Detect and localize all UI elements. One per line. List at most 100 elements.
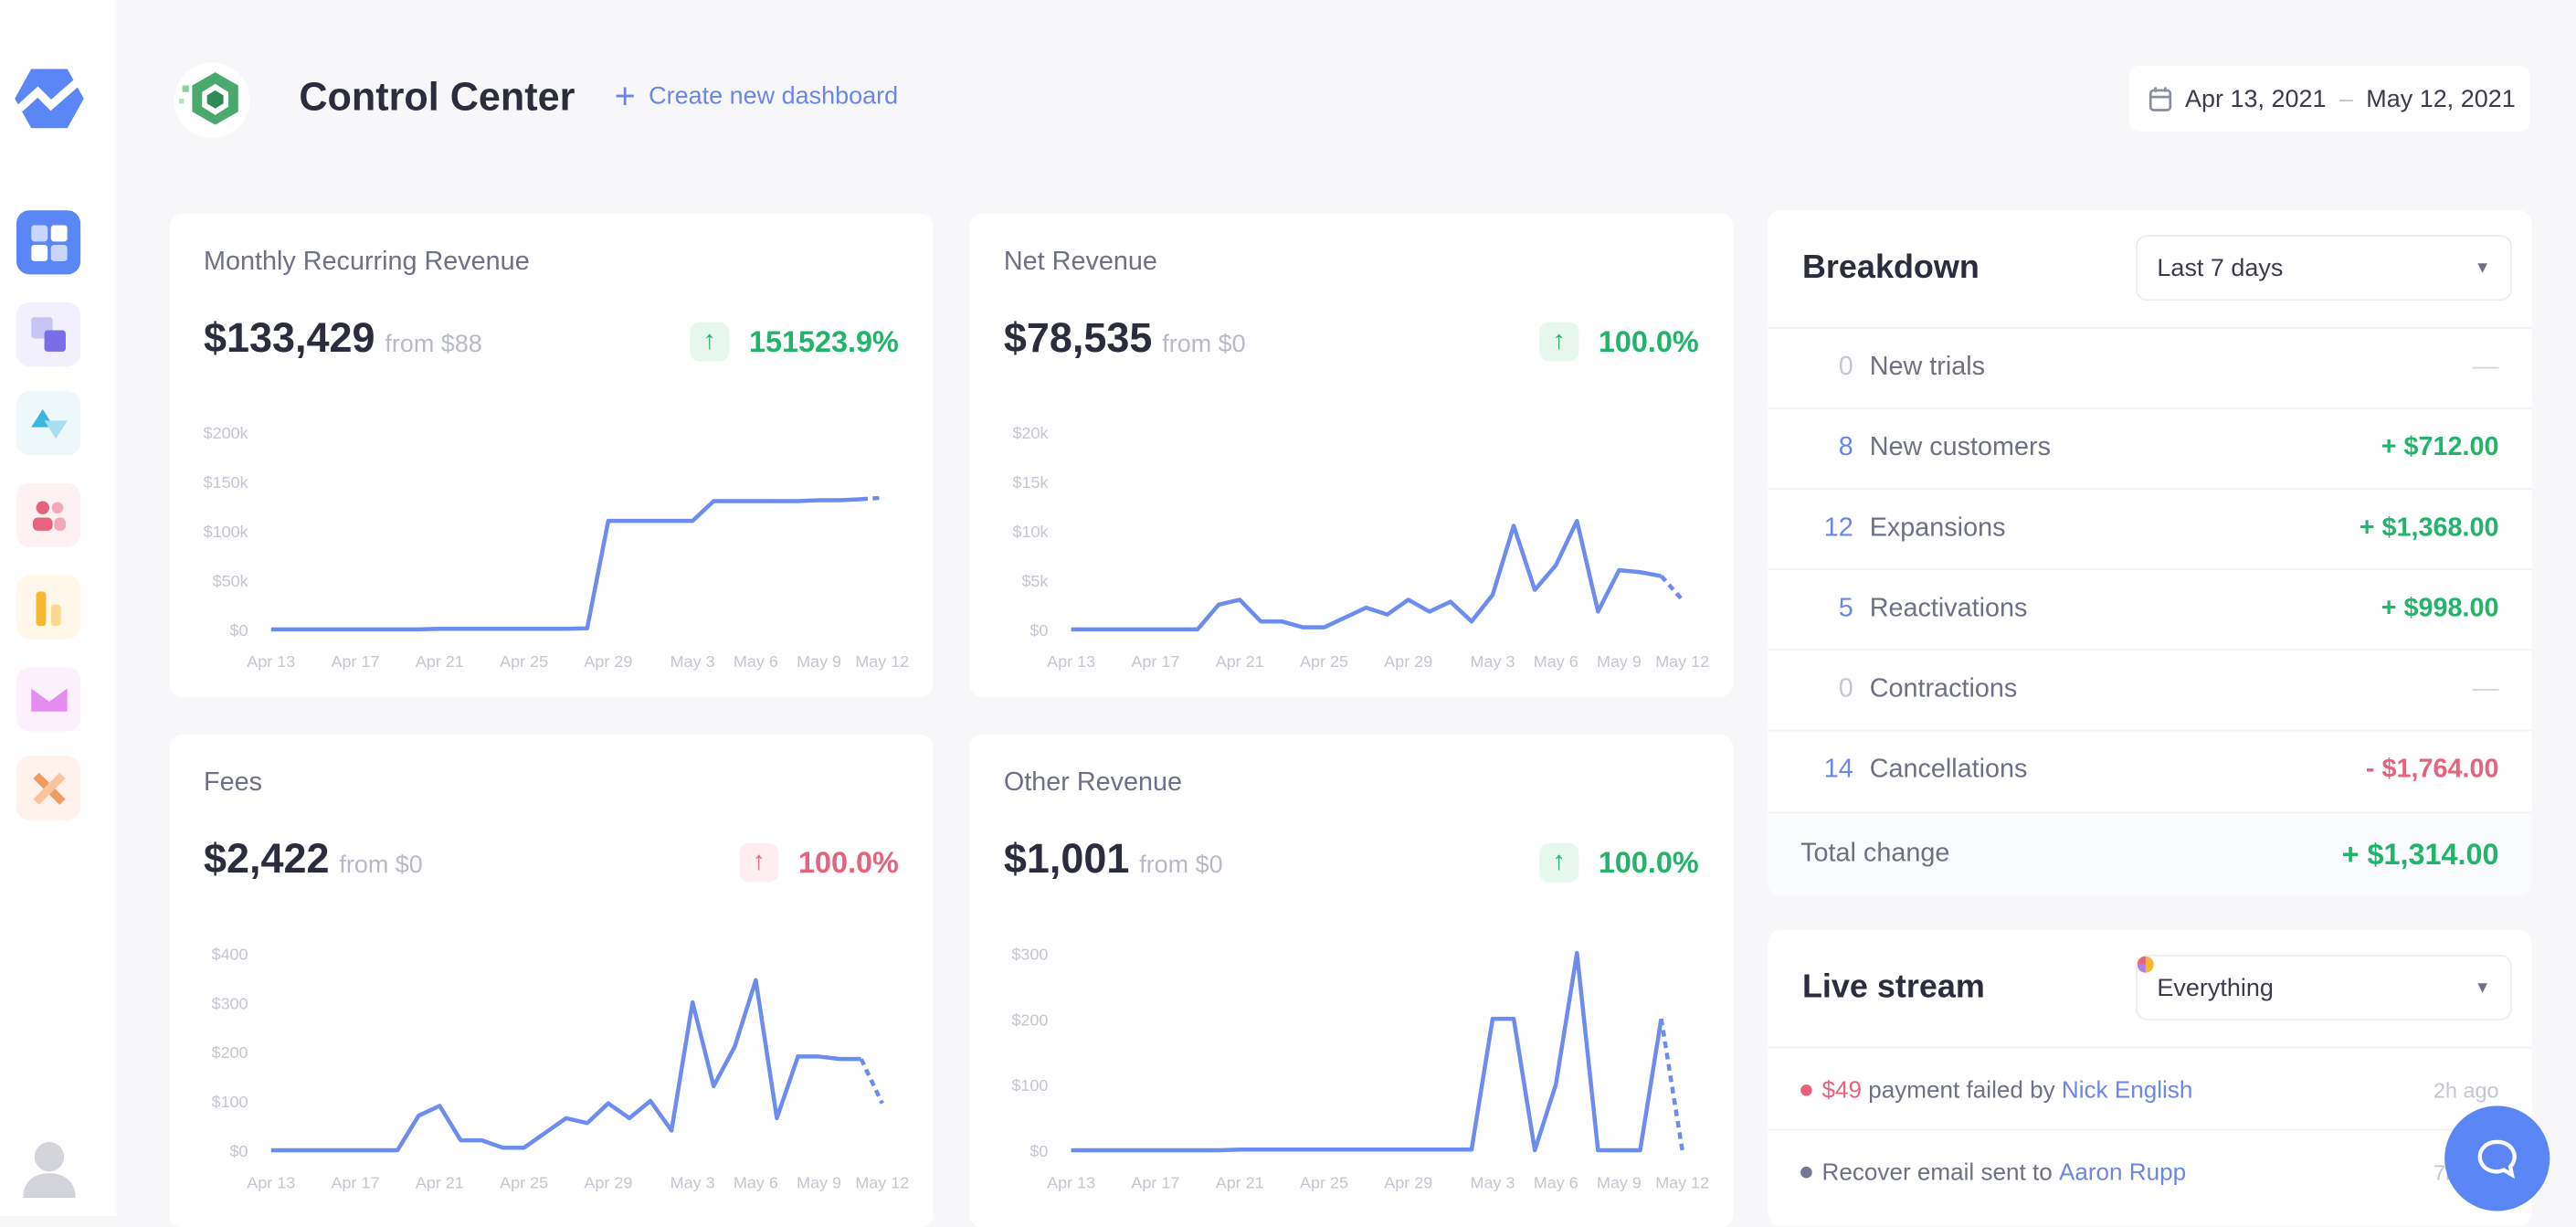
- x-tick-label: Apr 17: [332, 652, 380, 671]
- layers-icon: [30, 316, 67, 353]
- app-logo-icon[interactable]: [15, 66, 84, 132]
- x-tick-label: Apr 25: [500, 652, 548, 671]
- y-tick-label: $15k: [1012, 473, 1049, 492]
- status-dot: [1800, 1084, 1812, 1096]
- mail-icon: [30, 681, 67, 717]
- metric-card[interactable]: Fees $2,422from $0 ↑100.0%$0$100$200$300…: [169, 735, 933, 1227]
- series-line-projected: [861, 498, 882, 500]
- user-avatar[interactable]: [23, 1138, 76, 1198]
- x-tick-label: May 6: [1534, 652, 1578, 671]
- line-chart: $0$5k$10k$15k$20kApr 13Apr 17Apr 21Apr 2…: [969, 214, 1733, 707]
- x-tick-label: May 12: [855, 652, 909, 671]
- event-text: Recover email sent to: [1822, 1159, 2053, 1186]
- y-tick-label: $10k: [1012, 523, 1049, 541]
- y-tick-label: $50k: [213, 572, 249, 590]
- x-tick-label: May 12: [1655, 1173, 1709, 1191]
- y-tick-label: $300: [212, 994, 248, 1012]
- users-icon: [30, 497, 67, 534]
- series-line: [1072, 953, 1662, 1150]
- x-tick-label: Apr 29: [1384, 1173, 1432, 1191]
- breakdown-row[interactable]: 14Cancellations- $1,764.00: [1768, 730, 2531, 810]
- x-tick-label: Apr 17: [1131, 652, 1179, 671]
- x-tick-label: Apr 25: [500, 1173, 548, 1191]
- x-tick-label: Apr 29: [584, 652, 632, 671]
- y-tick-label: $200: [1011, 1010, 1048, 1029]
- event-person-link[interactable]: Nick English: [2062, 1077, 2192, 1104]
- live-stream-event[interactable]: $49payment failed by Nick English 2h ago: [1768, 1047, 2531, 1133]
- y-tick-label: $5k: [1021, 572, 1049, 590]
- plus-icon: +: [615, 83, 636, 110]
- live-stream-filter-select[interactable]: Everything▼: [2136, 955, 2512, 1021]
- row-count: 12: [1768, 514, 1853, 544]
- x-tick-label: May 9: [1597, 652, 1642, 671]
- row-label: New trials: [1870, 354, 1985, 383]
- total-change-label: Total change: [1800, 840, 1949, 869]
- breakdown-row[interactable]: 5 Reactivations + $998.00: [1768, 568, 2531, 649]
- series-line: [271, 980, 861, 1150]
- row-count: 5: [1768, 595, 1853, 624]
- metric-card[interactable]: Net Revenue $78,535from $0 ↑100.0%$0$5k$…: [969, 214, 1733, 697]
- y-tick-label: $0: [1029, 621, 1048, 640]
- x-tick-label: May 6: [1534, 1173, 1578, 1191]
- event-time: 2h ago: [2433, 1078, 2499, 1103]
- y-tick-label: $300: [1011, 945, 1048, 963]
- nav-integrations[interactable]: [16, 302, 80, 366]
- x-tick-label: May 9: [797, 1173, 841, 1191]
- x-tick-label: Apr 13: [1047, 652, 1095, 671]
- grid-icon: [30, 224, 67, 260]
- row-amount: + $998.00: [2381, 595, 2499, 624]
- breakdown-row[interactable]: 0New trials—: [1768, 327, 2531, 407]
- x-tick-label: May 3: [1471, 652, 1515, 671]
- page-title: Control Center: [299, 76, 575, 122]
- x-tick-label: May 9: [1597, 1173, 1642, 1191]
- row-label: Contractions: [1870, 675, 2018, 704]
- calendar-icon: [2148, 86, 2171, 111]
- row-label: Cancellations: [1870, 756, 2028, 785]
- activity-icon: [30, 405, 67, 441]
- nav-tools[interactable]: [16, 756, 80, 820]
- metric-card[interactable]: Monthly Recurring Revenue $133,429from $…: [169, 214, 933, 697]
- row-count: 0: [1768, 675, 1853, 704]
- series-line-projected: [1662, 576, 1683, 600]
- row-label: Reactivations: [1870, 595, 2028, 624]
- caret-down-icon: ▼: [2475, 259, 2491, 277]
- breakdown-row[interactable]: 0Contractions—: [1768, 649, 2531, 729]
- row-label: New customers: [1870, 434, 2051, 463]
- x-tick-label: Apr 21: [416, 652, 464, 671]
- x-tick-label: May 12: [1655, 652, 1709, 671]
- breakdown-row[interactable]: 12Expansions+ $1,368.00: [1768, 488, 2531, 568]
- x-tick-label: May 3: [670, 652, 715, 671]
- nav-dashboards[interactable]: [16, 210, 80, 274]
- row-amount: - $1,764.00: [2366, 756, 2499, 785]
- y-tick-label: $20k: [1012, 424, 1049, 442]
- y-tick-label: $150k: [204, 473, 249, 492]
- nav-emails[interactable]: [16, 667, 80, 731]
- x-tick-label: May 6: [734, 1173, 778, 1191]
- total-change-row: Total change + $1,314.00: [1768, 811, 2531, 895]
- nav-reports[interactable]: [16, 575, 80, 639]
- create-dashboard-label: Create new dashboard: [649, 82, 898, 111]
- metric-card[interactable]: Other Revenue $1,001from $0 ↑100.0%$0$10…: [969, 735, 1733, 1227]
- x-tick-label: Apr 17: [332, 1173, 380, 1191]
- date-range-picker[interactable]: Apr 13, 2021 – May 12, 2021: [2129, 66, 2530, 132]
- breakdown-row[interactable]: 8New customers+ $712.00: [1768, 407, 2531, 488]
- nav-customers[interactable]: [16, 483, 80, 547]
- event-text: payment failed by: [1868, 1077, 2054, 1104]
- x-tick-label: Apr 29: [1384, 652, 1432, 671]
- x-tick-label: Apr 25: [1300, 652, 1348, 671]
- x-tick-label: Apr 13: [1047, 1173, 1095, 1191]
- series-line: [1072, 521, 1662, 629]
- line-chart: $0$100$200$300Apr 13Apr 17Apr 21Apr 25Ap…: [969, 735, 1733, 1227]
- line-chart: $0$50k$100k$150k$200kApr 13Apr 17Apr 21A…: [169, 214, 933, 707]
- x-tick-label: Apr 13: [247, 1173, 295, 1191]
- chat-support-button[interactable]: [2444, 1105, 2550, 1211]
- nav-analytics[interactable]: [16, 391, 80, 455]
- event-person-link[interactable]: Aaron Rupp: [2059, 1159, 2186, 1186]
- create-dashboard-button[interactable]: + Create new dashboard: [615, 82, 898, 111]
- date-end: May 12, 2021: [2366, 85, 2515, 113]
- breakdown-period-select[interactable]: Last 7 days▼: [2136, 235, 2512, 301]
- live-stream-event[interactable]: Recover email sent toAaron Rupp7h ago: [1768, 1129, 2531, 1215]
- row-label: Expansions: [1870, 514, 2006, 544]
- row-amount: —: [2473, 354, 2499, 383]
- event-amount: $49: [1822, 1077, 1863, 1104]
